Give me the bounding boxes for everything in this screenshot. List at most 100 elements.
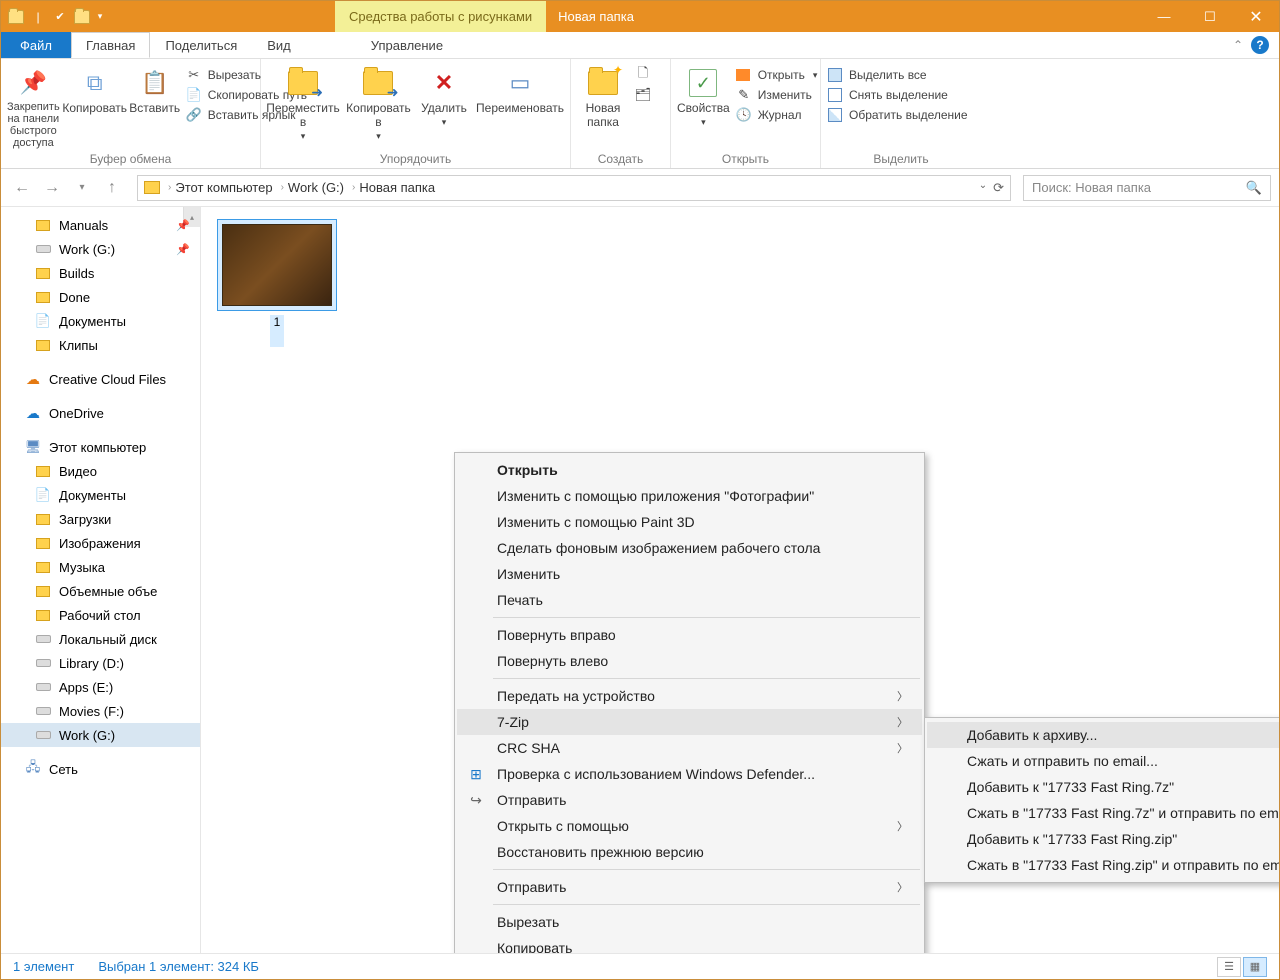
view-details-button[interactable]: ☰ [1217,957,1241,977]
rename-button[interactable]: ▭ Переименовать [476,63,564,115]
sidebar-pc-item[interactable]: Movies (F:) [1,699,200,723]
ctx-crc-sha[interactable]: CRC SHA〉 [457,735,922,761]
paste-button[interactable]: 📋 Вставить [130,63,180,115]
sidebar-pc-item[interactable]: Объемные объе [1,579,200,603]
tab-file[interactable]: Файл [1,32,71,58]
recent-dropdown[interactable]: ▾ [69,175,95,201]
sidebar-pc-item[interactable]: Apps (E:) [1,675,200,699]
navigation-pane[interactable]: ▴ Manuals📌Work (G:)📌BuildsDone📄Документы… [1,207,201,953]
copy-to-button[interactable]: ➜ Копировать в▾ [345,63,412,142]
ctx-share[interactable]: ↪Отправить [457,787,922,813]
copy-button[interactable]: ⧉ Копировать [66,63,124,115]
history-button[interactable]: 🕓Журнал [736,107,818,123]
properties-button[interactable]: ✓ Свойства▾ [677,63,730,128]
file-list[interactable]: 1 Открыть Изменить с помощью приложения … [201,207,1279,953]
sidebar-pc-item[interactable]: Рабочий стол [1,603,200,627]
breadcrumb-2[interactable]: Новая папка [359,180,435,195]
sidebar-pc-item[interactable]: Видео [1,459,200,483]
forward-button[interactable]: → [39,175,65,201]
sidebar-pc-item[interactable]: Work (G:) [1,723,200,747]
ctx-7zip[interactable]: 7-Zip〉 [457,709,922,735]
cloud-icon: ☁ [25,371,41,387]
address-bar[interactable]: › Этот компьютер› Work (G:)› Новая папка… [137,175,1011,201]
up-button[interactable]: ↑ [99,175,125,201]
address-dropdown-icon[interactable]: ⌄ [979,180,987,196]
ctx-send-to[interactable]: Отправить〉 [457,874,922,900]
collapse-ribbon-icon[interactable]: ⌃ [1233,38,1243,52]
sidebar-quick-item[interactable]: Work (G:)📌 [1,237,200,261]
maximize-button[interactable]: ☐ [1187,1,1233,32]
pin-quick-access-button[interactable]: 📌 Закрепить на панели быстрого доступа [7,63,60,149]
sidebar-quick-item[interactable]: Done [1,285,200,309]
sidebar-pc-item[interactable]: Загрузки [1,507,200,531]
ctx-open-with[interactable]: Открыть с помощью〉 [457,813,922,839]
ctx-restore-version[interactable]: Восстановить прежнюю версию [457,839,922,865]
search-icon[interactable]: 🔍 [1246,180,1262,196]
ctx-defender[interactable]: ⊞Проверка с использованием Windows Defen… [457,761,922,787]
qat-new-folder-icon[interactable] [73,8,91,26]
breadcrumb-0[interactable]: Этот компьютер› [175,180,288,195]
ctx-edit[interactable]: Изменить [457,561,922,587]
sidebar-pc-item[interactable]: Музыка [1,555,200,579]
sub-compress-7z-email[interactable]: Сжать в "17733 Fast Ring.7z" и отправить… [927,800,1279,826]
window-title: Новая папка [558,9,634,24]
sidebar-pc-item[interactable]: 📄Документы [1,483,200,507]
invert-selection-button[interactable]: Обратить выделение [827,107,968,123]
back-button[interactable]: ← [9,175,35,201]
explorer-window: | ▾ Средства работы с рисунками Новая па… [0,0,1280,980]
sidebar-quick-item[interactable]: Manuals📌 [1,213,200,237]
sidebar-quick-item[interactable]: Builds [1,261,200,285]
sidebar-pc-item[interactable]: Изображения [1,531,200,555]
file-thumbnail[interactable]: 1 [213,219,341,347]
sub-add-7z[interactable]: Добавить к "17733 Fast Ring.7z" [927,774,1279,800]
tab-share[interactable]: Поделиться [150,32,252,58]
new-item-button[interactable]: 🗋 [635,67,651,83]
search-box[interactable]: Поиск: Новая папка 🔍 [1023,175,1271,201]
context-menu: Открыть Изменить с помощью приложения "Ф… [454,452,925,953]
ctx-rotate-left[interactable]: Повернуть влево [457,648,922,674]
ctx-cast[interactable]: Передать на устройство〉 [457,683,922,709]
breadcrumb-1[interactable]: Work (G:)› [288,180,359,195]
select-all-button[interactable]: Выделить все [827,67,968,83]
new-folder-button[interactable]: ✦ Новая папка [577,63,629,129]
contextual-tab-title: Средства работы с рисунками [335,1,546,32]
sidebar-creative-cloud[interactable]: ☁Creative Cloud Files [1,367,200,391]
scissors-icon: ✂ [186,67,202,83]
delete-button[interactable]: ✕ Удалить▾ [418,63,470,128]
sub-compress-zip-email[interactable]: Сжать в "17733 Fast Ring.zip" и отправит… [927,852,1279,878]
edit-button[interactable]: ✎Изменить [736,87,818,103]
minimize-button[interactable]: — [1141,1,1187,32]
refresh-icon[interactable]: ⟳ [993,180,1004,196]
ctx-edit-paint3d[interactable]: Изменить с помощью Paint 3D [457,509,922,535]
properties-qat-icon[interactable] [51,8,69,26]
sidebar-pc-item[interactable]: Library (D:) [1,651,200,675]
move-to-button[interactable]: ➜ Переместить в▾ [267,63,339,142]
easy-access-button[interactable]: 🗂 [635,87,651,103]
ctx-set-background[interactable]: Сделать фоновым изображением рабочего ст… [457,535,922,561]
sidebar-onedrive[interactable]: ☁OneDrive [1,401,200,425]
open-button[interactable]: Открыть▾ [736,67,818,83]
sub-add-zip[interactable]: Добавить к "17733 Fast Ring.zip" [927,826,1279,852]
select-none-button[interactable]: Снять выделение [827,87,968,103]
help-icon[interactable]: ? [1251,36,1269,54]
sidebar-network[interactable]: 🖧Сеть [1,757,200,781]
sidebar-quick-item[interactable]: Клипы [1,333,200,357]
tab-manage[interactable]: Управление [356,32,458,58]
sidebar-quick-item[interactable]: 📄Документы [1,309,200,333]
close-button[interactable]: ✕ [1233,1,1279,32]
sidebar-this-pc[interactable]: 🖥Этот компьютер [1,435,200,459]
sub-add-archive[interactable]: Добавить к архиву... [927,722,1279,748]
qat-customize-dropdown[interactable]: ▾ [95,8,105,26]
ctx-copy[interactable]: Копировать [457,935,922,953]
tab-view[interactable]: Вид [252,32,306,58]
view-thumbnails-button[interactable]: ▦ [1243,957,1267,977]
window-controls: — ☐ ✕ [1141,1,1279,32]
ctx-cut[interactable]: Вырезать [457,909,922,935]
ctx-rotate-right[interactable]: Повернуть вправо [457,622,922,648]
ctx-edit-photos[interactable]: Изменить с помощью приложения "Фотографи… [457,483,922,509]
ctx-open[interactable]: Открыть [457,457,922,483]
ctx-print[interactable]: Печать [457,587,922,613]
sub-compress-email[interactable]: Сжать и отправить по email... [927,748,1279,774]
sidebar-pc-item[interactable]: Локальный диск [1,627,200,651]
tab-home[interactable]: Главная [71,32,150,58]
